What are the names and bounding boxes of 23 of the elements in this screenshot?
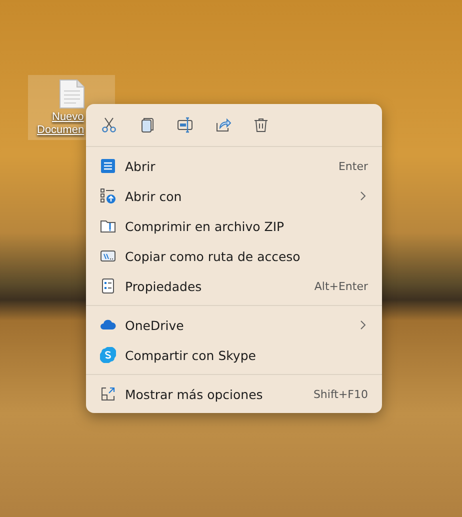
menu-item[interactable]: Compartir con Skype <box>86 340 382 370</box>
path-icon <box>100 248 116 264</box>
menu-item[interactable]: OneDrive <box>86 310 382 340</box>
expand-icon <box>100 386 116 402</box>
menu-item[interactable]: Mostrar más opciones Shift+F10 <box>86 379 382 409</box>
zip-folder-icon <box>100 218 116 234</box>
chevron-right-icon <box>360 191 366 201</box>
chevron-right-icon <box>360 320 366 330</box>
shortcut-text: Alt+Enter <box>314 280 368 292</box>
menu-item[interactable]: Comprimir en archivo ZIP <box>86 211 382 241</box>
document-icon <box>59 79 85 109</box>
menu-item[interactable]: Copiar como ruta de acceso <box>86 241 382 271</box>
app-list-icon <box>100 188 116 204</box>
menu-item[interactable]: Abrir Enter <box>86 151 382 181</box>
file-name: Documen <box>37 124 84 137</box>
menu-item[interactable]: Propiedades Alt+Enter <box>86 271 382 301</box>
properties-icon <box>100 278 116 294</box>
chat-bubble-icon <box>100 347 116 363</box>
shortcut-text: Shift+F10 <box>313 388 368 400</box>
menu-item[interactable]: Abrir con <box>86 181 382 211</box>
shortcut-text: Enter <box>338 160 368 172</box>
notepad-icon <box>100 158 116 174</box>
file-name: Nuevo <box>52 111 84 124</box>
